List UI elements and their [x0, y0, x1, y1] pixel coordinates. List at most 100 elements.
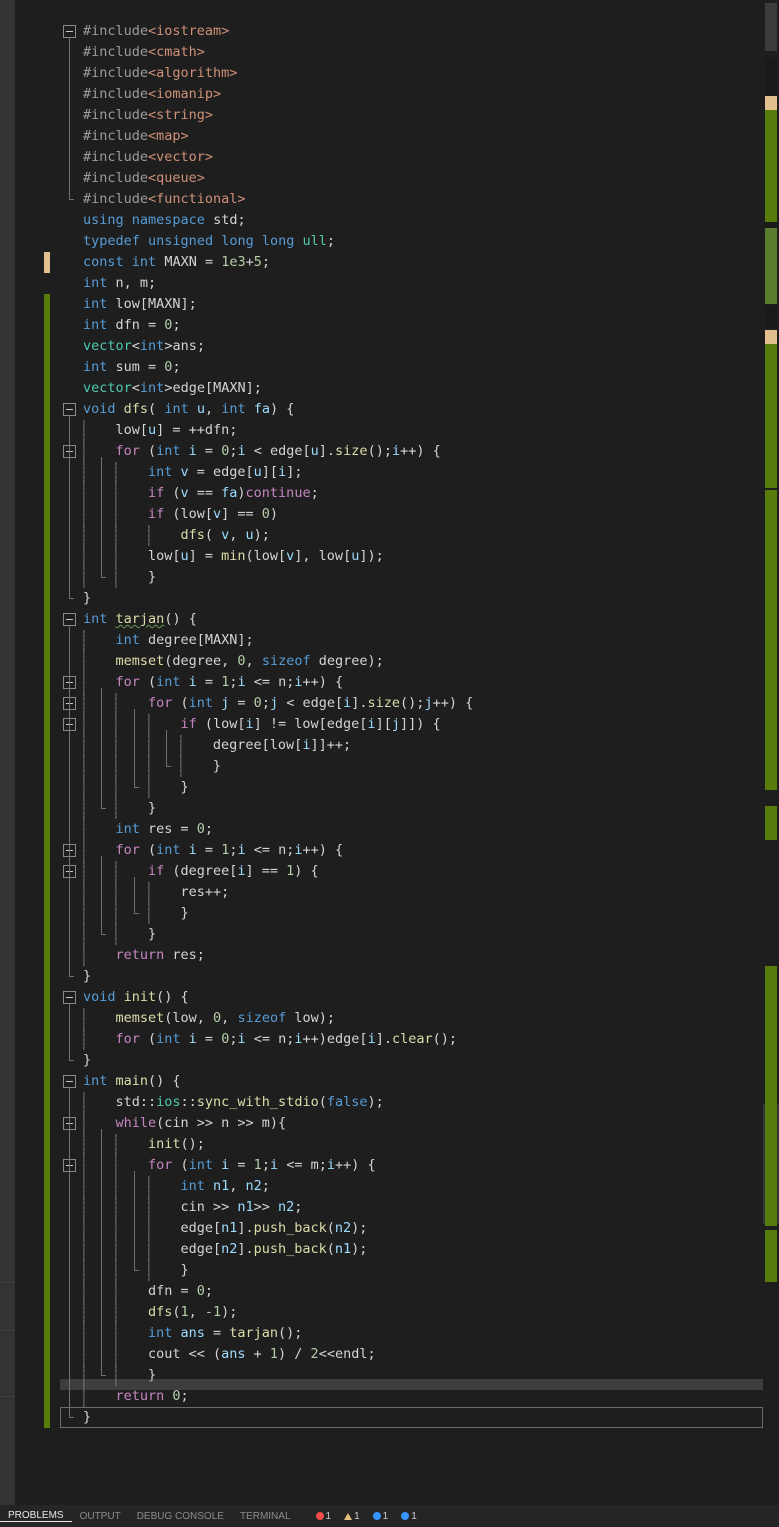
- code-line[interactable]: cin >> n1>> n2;: [60, 1197, 763, 1218]
- code-line[interactable]: }: [60, 798, 763, 819]
- panel-tab-output[interactable]: OUTPUT: [72, 1511, 129, 1522]
- code-line[interactable]: low[u] = min(low[v], low[u]);: [60, 546, 763, 567]
- code-line[interactable]: dfn = 0;: [60, 1281, 763, 1302]
- code-token: low[: [147, 548, 181, 564]
- code-line[interactable]: for (int i = 0;i <= n;i++)edge[i].clear(…: [60, 1029, 763, 1050]
- code-token: <= n;: [245, 1031, 295, 1047]
- code-line[interactable]: cout << (ans + 1) / 2<<endl;: [60, 1344, 763, 1365]
- code-line[interactable]: void init() {: [60, 987, 763, 1008]
- code-token: ios: [156, 1094, 181, 1110]
- code-line[interactable]: #include<cmath>: [60, 42, 763, 63]
- code-line[interactable]: }: [60, 1260, 763, 1281]
- code-line[interactable]: for (int j = 0;j < edge[i].size();j++) {: [60, 693, 763, 714]
- code-token: =: [196, 443, 222, 459]
- indent-guide: [115, 1302, 118, 1323]
- code-line[interactable]: for (int i = 1;i <= m;i++) {: [60, 1155, 763, 1176]
- code-line[interactable]: int main() {: [60, 1071, 763, 1092]
- code-line-text: cout << (ans + 1) / 2<<endl;: [148, 1344, 376, 1365]
- code-line[interactable]: }: [60, 924, 763, 945]
- code-line[interactable]: #include<map>: [60, 126, 763, 147]
- code-token: j: [391, 716, 400, 732]
- code-line[interactable]: int ans = tarjan();: [60, 1323, 763, 1344]
- code-line[interactable]: dfs(1, -1);: [60, 1302, 763, 1323]
- code-line[interactable]: }: [60, 756, 763, 777]
- code-line[interactable]: vector<int>edge[MAXN];: [60, 378, 763, 399]
- code-line[interactable]: if (v == fa)continue;: [60, 483, 763, 504]
- code-line[interactable]: return res;: [60, 945, 763, 966]
- code-line[interactable]: vector<int>ans;: [60, 336, 763, 357]
- code-line[interactable]: }: [60, 903, 763, 924]
- code-line[interactable]: int v = edge[u][i];: [60, 462, 763, 483]
- code-line[interactable]: const int MAXN = 1e3+5;: [60, 252, 763, 273]
- code-line[interactable]: for (int i = 0;i < edge[u].size();i++) {: [60, 441, 763, 462]
- code-line[interactable]: int degree[MAXN];: [60, 630, 763, 651]
- code-line[interactable]: int dfn = 0;: [60, 315, 763, 336]
- gutter-change-marker-added: [44, 714, 50, 735]
- code-line[interactable]: #include<vector>: [60, 147, 763, 168]
- indent-guide: [83, 735, 85, 756]
- activity-bar[interactable]: [0, 0, 15, 1505]
- code-token: <queue>: [148, 170, 205, 186]
- code-line[interactable]: if (low[v] == 0): [60, 504, 763, 525]
- code-line[interactable]: #include<functional>: [60, 189, 763, 210]
- editor-gutter[interactable]: [15, 0, 60, 1505]
- code-editor[interactable]: #include<iostream> #include<cmath> #includ…: [15, 0, 763, 1505]
- code-line[interactable]: while(cin >> n >> m){: [60, 1113, 763, 1134]
- code-token: );: [221, 1304, 238, 1320]
- code-line[interactable]: res++;: [60, 882, 763, 903]
- code-line[interactable]: #include<iomanip>: [60, 84, 763, 105]
- code-line[interactable]: memset(degree, 0, sizeof degree);: [60, 651, 763, 672]
- code-token: int: [180, 1178, 205, 1194]
- panel-tab-list[interactable]: PROBLEMS OUTPUT DEBUG CONSOLE TERMINAL 1 1 1 1: [0, 1505, 417, 1527]
- sidebar-divider: [0, 1330, 15, 1331]
- code-line[interactable]: #include<string>: [60, 105, 763, 126]
- code-line[interactable]: dfs( v, u);: [60, 525, 763, 546]
- code-line[interactable]: for (int i = 1;i <= n;i++) {: [60, 672, 763, 693]
- code-line[interactable]: init();: [60, 1134, 763, 1155]
- panel-tab-debug-console[interactable]: DEBUG CONSOLE: [129, 1511, 232, 1522]
- code-line[interactable]: std::ios::sync_with_stdio(false);: [60, 1092, 763, 1113]
- panel-tab-problems[interactable]: PROBLEMS: [0, 1510, 72, 1522]
- code-line[interactable]: low[u] = ++dfn;: [60, 420, 763, 441]
- code-line[interactable]: int res = 0;: [60, 819, 763, 840]
- code-line[interactable]: if (low[i] != low[edge[i][j]]) {: [60, 714, 763, 735]
- code-line[interactable]: void dfs( int u, int fa) {: [60, 399, 763, 420]
- code-token: int: [221, 401, 246, 417]
- code-line[interactable]: edge[n2].push_back(n1);: [60, 1239, 763, 1260]
- code-line[interactable]: }: [60, 1050, 763, 1071]
- code-line[interactable]: }: [60, 588, 763, 609]
- code-line[interactable]: if (degree[i] == 1) {: [60, 861, 763, 882]
- overview-ruler-scrollbar[interactable]: [763, 0, 779, 1505]
- code-line[interactable]: }: [60, 567, 763, 588]
- code-line[interactable]: typedef unsigned long long ull;: [60, 231, 763, 252]
- code-line[interactable]: for (int i = 1;i <= n;i++) {: [60, 840, 763, 861]
- horizontal-scrollbar-thumb[interactable]: [60, 1379, 763, 1390]
- code-line[interactable]: #include<algorithm>: [60, 63, 763, 84]
- code-line[interactable]: int n1, n2;: [60, 1176, 763, 1197]
- code-line[interactable]: #include<iostream>: [60, 21, 763, 42]
- code-token: ][: [375, 716, 392, 732]
- code-token: i: [188, 443, 197, 459]
- code-line[interactable]: edge[n1].push_back(n2);: [60, 1218, 763, 1239]
- code-line[interactable]: memset(low, 0, sizeof low);: [60, 1008, 763, 1029]
- code-line[interactable]: #include<queue>: [60, 168, 763, 189]
- code-token: min: [221, 548, 246, 564]
- horizontal-scrollbar[interactable]: [60, 1379, 763, 1390]
- code-line[interactable]: int tarjan() {: [60, 609, 763, 630]
- code-line[interactable]: degree[low[i]]++;: [60, 735, 763, 756]
- code-token: +: [245, 254, 254, 270]
- code-token: +: [245, 1346, 270, 1362]
- code-line[interactable]: int low[MAXN];: [60, 294, 763, 315]
- panel-tab-terminal[interactable]: TERMINAL: [232, 1511, 299, 1522]
- code-line[interactable]: using namespace std;: [60, 210, 763, 231]
- code-token: );: [351, 1241, 368, 1257]
- code-line[interactable]: int sum = 0;: [60, 357, 763, 378]
- code-line[interactable]: int n, m;: [60, 273, 763, 294]
- code-line-text: }: [148, 924, 156, 945]
- code-line[interactable]: }: [60, 777, 763, 798]
- bottom-panel[interactable]: PROBLEMS OUTPUT DEBUG CONSOLE TERMINAL 1 1 1 1: [0, 1505, 779, 1527]
- code-line-text: while(cin >> n >> m){: [115, 1113, 286, 1134]
- code-line[interactable]: }: [60, 966, 763, 987]
